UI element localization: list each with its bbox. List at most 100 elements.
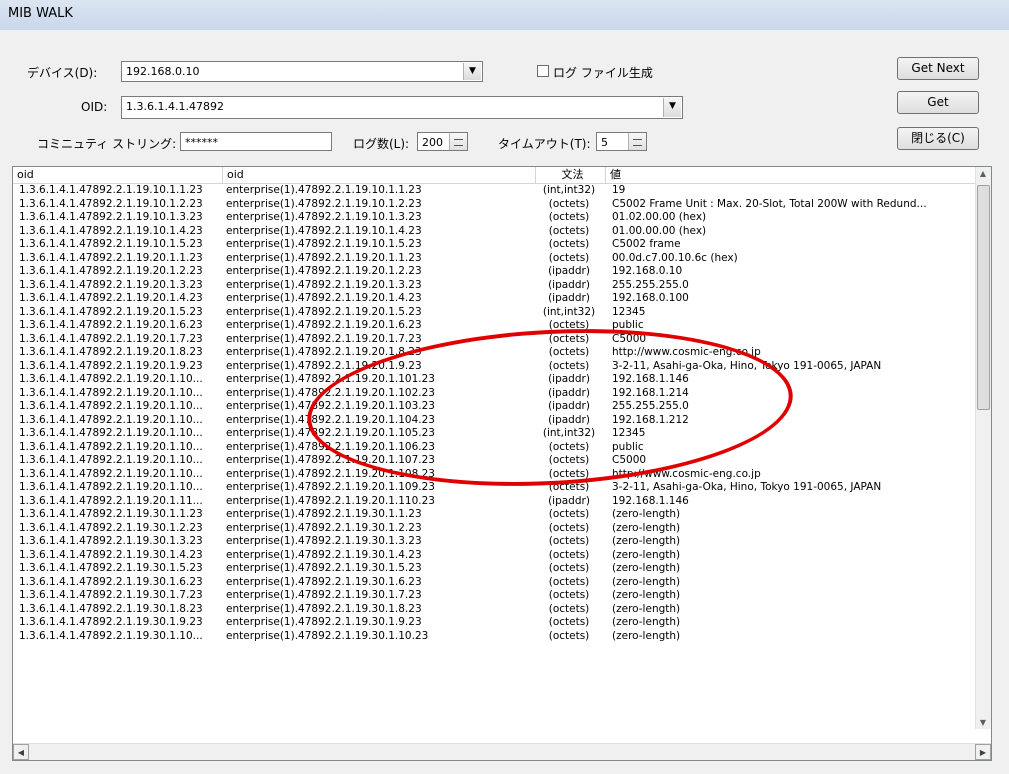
column-header-oid[interactable]: oid bbox=[13, 167, 223, 183]
log-file-label: ログ ファイル生成 bbox=[553, 66, 653, 80]
table-row[interactable]: 1.3.6.1.4.1.47892.2.1.19.20.1.4.23 enterp… bbox=[13, 292, 978, 306]
cell-oid-name: enterprise(1).47892.2.1.19.30.1.1.23 bbox=[226, 508, 422, 520]
cell-value: 3-2-11, Asahi-ga-Oka, Hino, Tokyo 191-00… bbox=[612, 481, 882, 493]
cell-syntax: (octets) bbox=[548, 197, 590, 210]
cell-value: (zero-length) bbox=[612, 548, 681, 561]
get-next-button[interactable]: Get Next bbox=[897, 57, 979, 80]
get-button[interactable]: Get bbox=[897, 91, 979, 114]
cell-value: 01.00.00.00 (hex) bbox=[612, 224, 707, 237]
table-row[interactable]: 1.3.6.1.4.1.47892.2.1.19.20.1.6.23 enterp… bbox=[13, 319, 978, 333]
device-combobox[interactable]: 192.168.0.10 ▼ bbox=[121, 61, 483, 82]
scroll-down-icon[interactable]: ▼ bbox=[976, 718, 990, 727]
cell-syntax: (octets) bbox=[548, 575, 590, 588]
table-row[interactable]: 1.3.6.1.4.1.47892.2.1.19.30.1.8.23 enterp… bbox=[13, 603, 978, 617]
cell-syntax: (octets) bbox=[548, 211, 590, 223]
cell-oid: 1.3.6.1.4.1.47892.2.1.19.30.1.3.23 bbox=[19, 535, 203, 547]
cell-oid: 1.3.6.1.4.1.47892.2.1.19.20.1.9.23 bbox=[19, 359, 203, 372]
timeout-value: 5 bbox=[601, 136, 608, 149]
cell-value: (zero-length) bbox=[612, 602, 681, 615]
cell-value: 192.168.0.10 bbox=[612, 265, 683, 277]
close-button[interactable]: 閉じる(C) bbox=[897, 127, 979, 150]
cell-oid-name: enterprise(1).47892.2.1.19.20.1.3.23 bbox=[226, 278, 422, 291]
scroll-thumb[interactable] bbox=[977, 185, 990, 410]
scroll-right-icon[interactable]: ▶ bbox=[975, 744, 991, 760]
table-row[interactable]: 1.3.6.1.4.1.47892.2.1.19.30.1.10... enter… bbox=[13, 630, 978, 644]
cell-oid-name: enterprise(1).47892.2.1.19.20.1.4.23 bbox=[226, 292, 422, 304]
chevron-down-icon[interactable]: ▼ bbox=[663, 98, 681, 117]
table-row[interactable]: 1.3.6.1.4.1.47892.2.1.19.10.1.4.23 enterp… bbox=[13, 225, 978, 239]
window-title: MIB WALK bbox=[8, 6, 73, 21]
cell-syntax: (ipaddr) bbox=[548, 278, 590, 291]
cell-syntax: (octets) bbox=[548, 224, 590, 237]
cell-value: C5002 Frame Unit : Max. 20-Slot, Total 2… bbox=[612, 197, 927, 210]
cell-value: (zero-length) bbox=[612, 575, 681, 588]
table-row[interactable]: 1.3.6.1.4.1.47892.2.1.19.30.1.4.23 enterp… bbox=[13, 549, 978, 563]
timeout-spinner[interactable]: 5 bbox=[596, 132, 647, 151]
cell-oid: 1.3.6.1.4.1.47892.2.1.19.20.1.5.23 bbox=[19, 305, 203, 318]
table-row[interactable]: 1.3.6.1.4.1.47892.2.1.19.30.1.7.23 enterp… bbox=[13, 589, 978, 603]
cell-oid-name: enterprise(1).47892.2.1.19.30.1.7.23 bbox=[226, 589, 422, 601]
cell-oid: 1.3.6.1.4.1.47892.2.1.19.20.1.11... bbox=[19, 494, 203, 507]
cell-value: 255.255.255.0 bbox=[612, 278, 689, 291]
community-label: コミニュティ ストリング: bbox=[37, 137, 177, 151]
cell-oid-name: enterprise(1).47892.2.1.19.30.1.8.23 bbox=[226, 602, 422, 615]
oid-combobox[interactable]: 1.3.6.1.4.1.47892 ▼ bbox=[121, 96, 683, 119]
horizontal-scrollbar[interactable]: ◀ ▶ bbox=[13, 743, 991, 760]
table-row[interactable]: 1.3.6.1.4.1.47892.2.1.19.30.1.6.23 enterp… bbox=[13, 576, 978, 590]
spinner-arrows-icon[interactable] bbox=[628, 133, 646, 150]
chevron-down-icon[interactable]: ▼ bbox=[463, 63, 481, 80]
device-value: 192.168.0.10 bbox=[126, 65, 200, 78]
cell-syntax: (octets) bbox=[548, 548, 590, 561]
table-row[interactable]: 1.3.6.1.4.1.47892.2.1.19.30.1.9.23 enterp… bbox=[13, 616, 978, 630]
cell-oid: 1.3.6.1.4.1.47892.2.1.19.30.1.9.23 bbox=[19, 616, 203, 628]
table-row[interactable]: 1.3.6.1.4.1.47892.2.1.19.20.1.11... enter… bbox=[13, 495, 978, 509]
community-input[interactable]: ****** bbox=[180, 132, 332, 151]
table-row[interactable]: 1.3.6.1.4.1.47892.2.1.19.20.1.3.23 enterp… bbox=[13, 279, 978, 293]
mib-walk-window: MIB WALK デバイス(D): 192.168.0.10 ▼ ログ ファイル… bbox=[0, 0, 1009, 774]
table-row[interactable]: 1.3.6.1.4.1.47892.2.1.19.30.1.1.23 enterp… bbox=[13, 508, 978, 522]
column-header-value[interactable]: 値 bbox=[606, 167, 978, 183]
cell-oid: 1.3.6.1.4.1.47892.2.1.19.20.1.6.23 bbox=[19, 319, 203, 331]
table-row[interactable]: 1.3.6.1.4.1.47892.2.1.19.10.1.1.23 enterp… bbox=[13, 184, 978, 198]
log-count-value: 200 bbox=[422, 136, 443, 149]
table-row[interactable]: 1.3.6.1.4.1.47892.2.1.19.20.1.1.23 enterp… bbox=[13, 252, 978, 266]
cell-syntax: (octets) bbox=[548, 508, 590, 520]
cell-oid-name: enterprise(1).47892.2.1.19.20.1.1.23 bbox=[226, 251, 422, 264]
cell-oid-name: enterprise(1).47892.2.1.19.30.1.6.23 bbox=[226, 575, 422, 588]
oid-label: OID: bbox=[81, 100, 108, 114]
table-header: oid oid 文法 値 bbox=[13, 167, 978, 184]
scroll-left-icon[interactable]: ◀ bbox=[13, 744, 29, 760]
table-row[interactable]: 1.3.6.1.4.1.47892.2.1.19.30.1.5.23 enterp… bbox=[13, 562, 978, 576]
cell-oid: 1.3.6.1.4.1.47892.2.1.19.30.1.5.23 bbox=[19, 562, 203, 574]
cell-value: (zero-length) bbox=[612, 508, 681, 520]
log-file-checkbox[interactable] bbox=[537, 65, 549, 77]
cell-oid-name: enterprise(1).47892.2.1.19.10.1.5.23 bbox=[226, 238, 422, 250]
table-row[interactable]: 1.3.6.1.4.1.47892.2.1.19.20.1.5.23 enterp… bbox=[13, 306, 978, 320]
table-row[interactable]: 1.3.6.1.4.1.47892.2.1.19.30.1.2.23 enterp… bbox=[13, 522, 978, 536]
cell-value: 19 bbox=[612, 184, 626, 196]
column-header-syntax[interactable]: 文法 bbox=[536, 167, 606, 183]
title-bar: MIB WALK bbox=[0, 0, 1009, 30]
table-row[interactable]: 1.3.6.1.4.1.47892.2.1.19.10.1.5.23 enterp… bbox=[13, 238, 978, 252]
cell-value: C5002 frame bbox=[612, 238, 681, 250]
table-row[interactable]: 1.3.6.1.4.1.47892.2.1.19.10.1.2.23 enterp… bbox=[13, 198, 978, 212]
cell-syntax: (octets) bbox=[548, 589, 590, 601]
cell-value: public bbox=[612, 319, 644, 331]
cell-oid: 1.3.6.1.4.1.47892.2.1.19.10.1.1.23 bbox=[19, 184, 203, 196]
cell-oid: 1.3.6.1.4.1.47892.2.1.19.30.1.2.23 bbox=[19, 521, 203, 534]
table-row[interactable]: 1.3.6.1.4.1.47892.2.1.19.30.1.3.23 enterp… bbox=[13, 535, 978, 549]
cell-oid-name: enterprise(1).47892.2.1.19.10.1.3.23 bbox=[226, 211, 422, 223]
scroll-up-icon[interactable]: ▲ bbox=[976, 169, 990, 178]
log-count-spinner[interactable]: 200 bbox=[417, 132, 468, 151]
vertical-scrollbar[interactable]: ▲ ▼ bbox=[975, 167, 991, 729]
table-row[interactable]: 1.3.6.1.4.1.47892.2.1.19.20.1.2.23 enterp… bbox=[13, 265, 978, 279]
cell-oid: 1.3.6.1.4.1.47892.2.1.19.30.1.4.23 bbox=[19, 548, 203, 561]
column-header-oid-name[interactable]: oid bbox=[223, 167, 536, 183]
spinner-arrows-icon[interactable] bbox=[449, 133, 467, 150]
cell-syntax: (int,int32) bbox=[542, 305, 596, 318]
cell-oid: 1.3.6.1.4.1.47892.2.1.19.10.1.5.23 bbox=[19, 238, 203, 250]
cell-syntax: (octets) bbox=[548, 535, 590, 547]
cell-oid-name: enterprise(1).47892.2.1.19.10.1.4.23 bbox=[226, 224, 422, 237]
table-row[interactable]: 1.3.6.1.4.1.47892.2.1.19.10.1.3.23 enterp… bbox=[13, 211, 978, 225]
cell-oid-name: enterprise(1).47892.2.1.19.30.1.5.23 bbox=[226, 562, 422, 574]
